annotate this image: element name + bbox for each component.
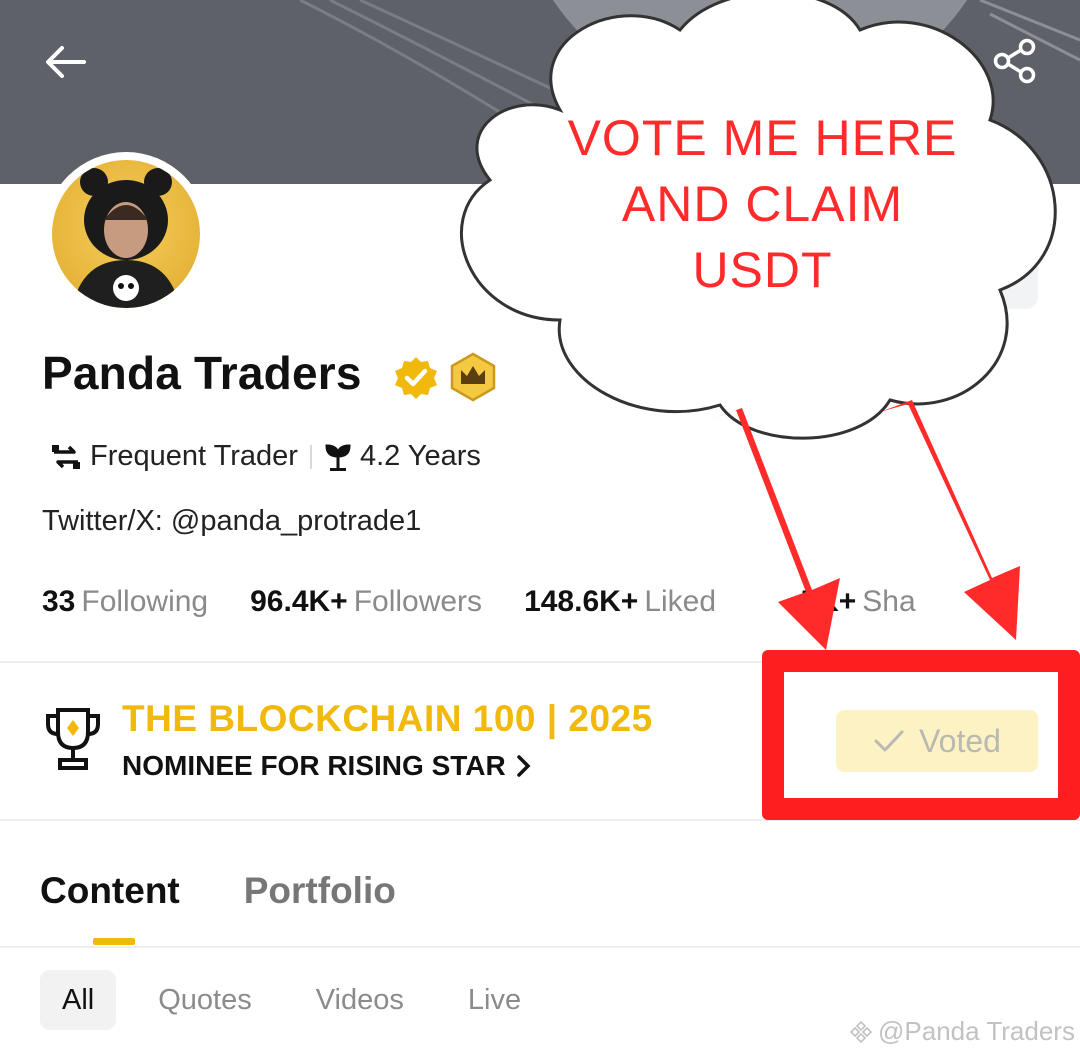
avatar[interactable] [44, 152, 208, 316]
stat-value: 33 [42, 585, 76, 618]
stat-value: 96.4K+ [250, 585, 348, 618]
share-button[interactable] [988, 34, 1042, 88]
avatar-image [52, 160, 200, 308]
watermark-text: @Panda Traders [878, 1016, 1075, 1046]
filter-quotes[interactable]: Quotes [136, 970, 274, 1030]
profile-stats: 33 Following 96.4K+ Followers 148.6K+ Liked… [42, 585, 958, 619]
tab-content[interactable]: Content [40, 870, 180, 912]
award-title[interactable]: THE BLOCKCHAIN 100 | 2025 [122, 698, 653, 740]
active-tab-indicator [93, 938, 135, 945]
chevron-right-icon [516, 755, 531, 777]
profile-name: Panda Traders [42, 347, 362, 399]
tag-frequent-trader: Frequent Trader [50, 440, 298, 473]
stat-shared[interactable]: .5K+ Sha [792, 585, 916, 619]
share-icon [993, 38, 1036, 84]
highlight-box [762, 650, 1080, 820]
filter-all[interactable]: All [40, 970, 117, 1030]
filter-videos[interactable]: Videos [294, 970, 426, 1030]
stat-value: .5K+ [792, 585, 857, 618]
annotation-line: USDT [692, 242, 833, 298]
watermark: @Panda Traders [850, 1016, 1075, 1047]
stat-followers[interactable]: 96.4K+ Followers [250, 585, 482, 619]
tag-divider [309, 444, 312, 469]
profile-bio: Twitter/X: @panda_protrade1 [42, 505, 422, 537]
content-tabs: Content Portfolio [40, 870, 460, 912]
verified-badge-icon [395, 357, 437, 399]
trophy-icon [46, 708, 100, 770]
annotation-text: VOTE ME HERE AND CLAIM USDT [540, 105, 985, 303]
stat-label: Following [81, 585, 209, 618]
crown-badge-icon [450, 352, 496, 402]
stat-following[interactable]: 33 Following [42, 585, 208, 619]
profile-tags: Frequent Trader 4.2 Years [50, 440, 481, 473]
award-subtitle-link[interactable]: NOMINEE FOR RISING STAR [122, 750, 532, 782]
filter-live[interactable]: Live [446, 970, 543, 1030]
tag-label: Frequent Trader [90, 440, 298, 472]
tag-years: 4.2 Years [324, 440, 481, 473]
back-button[interactable] [40, 36, 92, 88]
stat-value: 148.6K+ [524, 585, 639, 618]
award-subtitle: NOMINEE FOR RISING STAR [122, 750, 506, 781]
plant-icon [325, 443, 351, 471]
swap-arrows-icon [52, 444, 80, 469]
tabs-divider [0, 946, 1080, 948]
annotation-line: AND CLAIM [621, 176, 904, 232]
content-filters: All Quotes Videos Live [40, 970, 563, 1030]
stat-label: Followers [353, 585, 483, 618]
arrow-left-icon [46, 46, 86, 78]
annotation-line: VOTE ME HERE [567, 110, 958, 166]
tab-portfolio[interactable]: Portfolio [244, 870, 396, 912]
binance-logo-icon [850, 1020, 872, 1043]
stat-label: Sha [862, 585, 916, 618]
tag-label: 4.2 Years [359, 440, 481, 472]
stat-label: Liked [644, 585, 717, 618]
stat-liked[interactable]: 148.6K+ Liked [524, 585, 716, 619]
